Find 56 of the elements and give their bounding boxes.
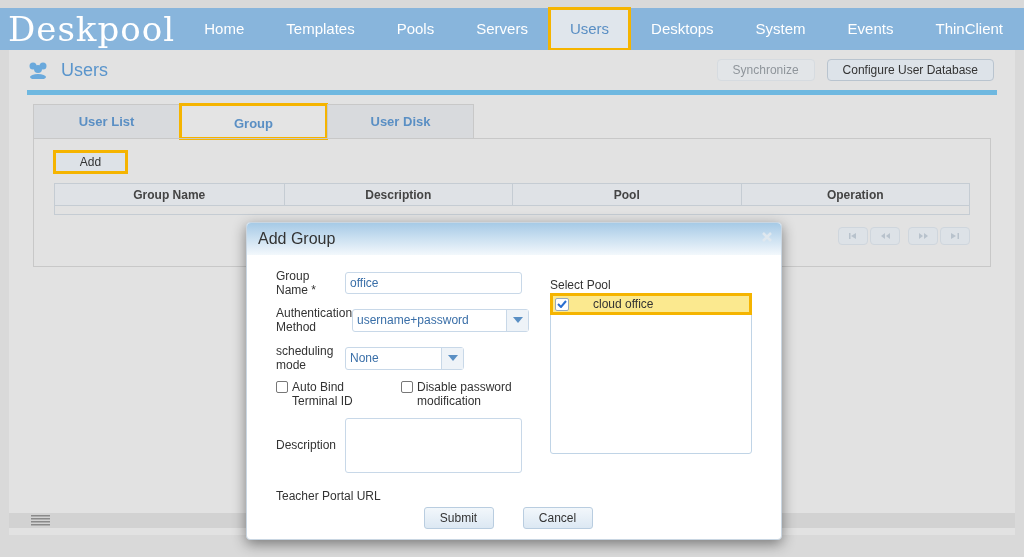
dropdown-button[interactable] <box>441 347 463 369</box>
add-button[interactable]: Add <box>54 151 127 173</box>
column-header: Pool <box>512 184 741 205</box>
next-page-icon <box>917 232 929 240</box>
first-page-button[interactable] <box>838 227 868 245</box>
prev-page-button[interactable] <box>870 227 900 245</box>
field-label: Authentication Method <box>276 306 352 334</box>
dialog-button[interactable]: Cancel <box>522 507 593 529</box>
field-label: scheduling mode <box>276 344 335 372</box>
toolbar-button[interactable]: Configure User Database <box>826 59 994 81</box>
checkbox-label: Auto Bind Terminal ID <box>292 380 354 408</box>
users-icon <box>27 61 49 79</box>
prev-page-icon <box>879 232 891 240</box>
pool-list-item[interactable]: cloud office <box>551 294 751 314</box>
field-label: Teacher Portal URL <box>276 489 381 503</box>
column-header: Group Name <box>132 186 207 204</box>
nav-tab[interactable]: Users <box>548 8 631 50</box>
nav-tab[interactable]: Desktops <box>630 8 735 50</box>
checkbox-label: Disable password modification <box>417 380 513 408</box>
nav-tab[interactable]: Pools <box>375 8 456 50</box>
menu-icon[interactable] <box>31 515 50 526</box>
nav-tab[interactable]: System <box>734 8 827 50</box>
page-title: Users <box>61 58 108 82</box>
description-field[interactable] <box>345 417 522 473</box>
logo: Deskpool <box>7 12 176 46</box>
nav-tab[interactable]: Servers <box>455 8 549 50</box>
first-page-icon <box>847 232 859 240</box>
list-label: Select Pool <box>550 278 612 292</box>
scheduling-mode-select[interactable]: None <box>345 346 464 370</box>
close-button[interactable] <box>761 231 773 243</box>
check-icon <box>557 300 567 308</box>
dialog-title: Add Group <box>258 229 336 249</box>
dropdown-button[interactable] <box>506 309 528 331</box>
field-label: Group Name * <box>276 269 318 297</box>
tab[interactable]: User List <box>33 104 180 139</box>
last-page-icon <box>949 232 961 240</box>
nav-tab[interactable]: Home <box>183 8 266 50</box>
authentication-method-select[interactable]: username+password <box>352 308 529 332</box>
field-label: Description <box>276 437 338 454</box>
last-page-button[interactable] <box>940 227 970 245</box>
next-page-button[interactable] <box>908 227 938 245</box>
close-icon <box>762 232 772 242</box>
group-name-field[interactable]: office <box>345 272 522 294</box>
checkbox[interactable] <box>401 381 413 393</box>
checkbox[interactable] <box>555 297 569 311</box>
checkbox[interactable] <box>276 381 288 393</box>
nav-tab[interactable]: Templates <box>265 8 376 50</box>
dialog-button[interactable]: Submit <box>423 507 494 529</box>
tab[interactable]: User Disk <box>327 104 474 139</box>
caret-icon <box>447 355 458 361</box>
column-header: Description <box>283 184 512 205</box>
tab[interactable]: Group <box>180 104 327 139</box>
column-header: Operation <box>740 184 969 205</box>
caret-icon <box>512 317 523 323</box>
nav-tab[interactable]: ThinClient <box>914 8 1024 50</box>
nav-tab[interactable]: Events <box>826 8 915 50</box>
